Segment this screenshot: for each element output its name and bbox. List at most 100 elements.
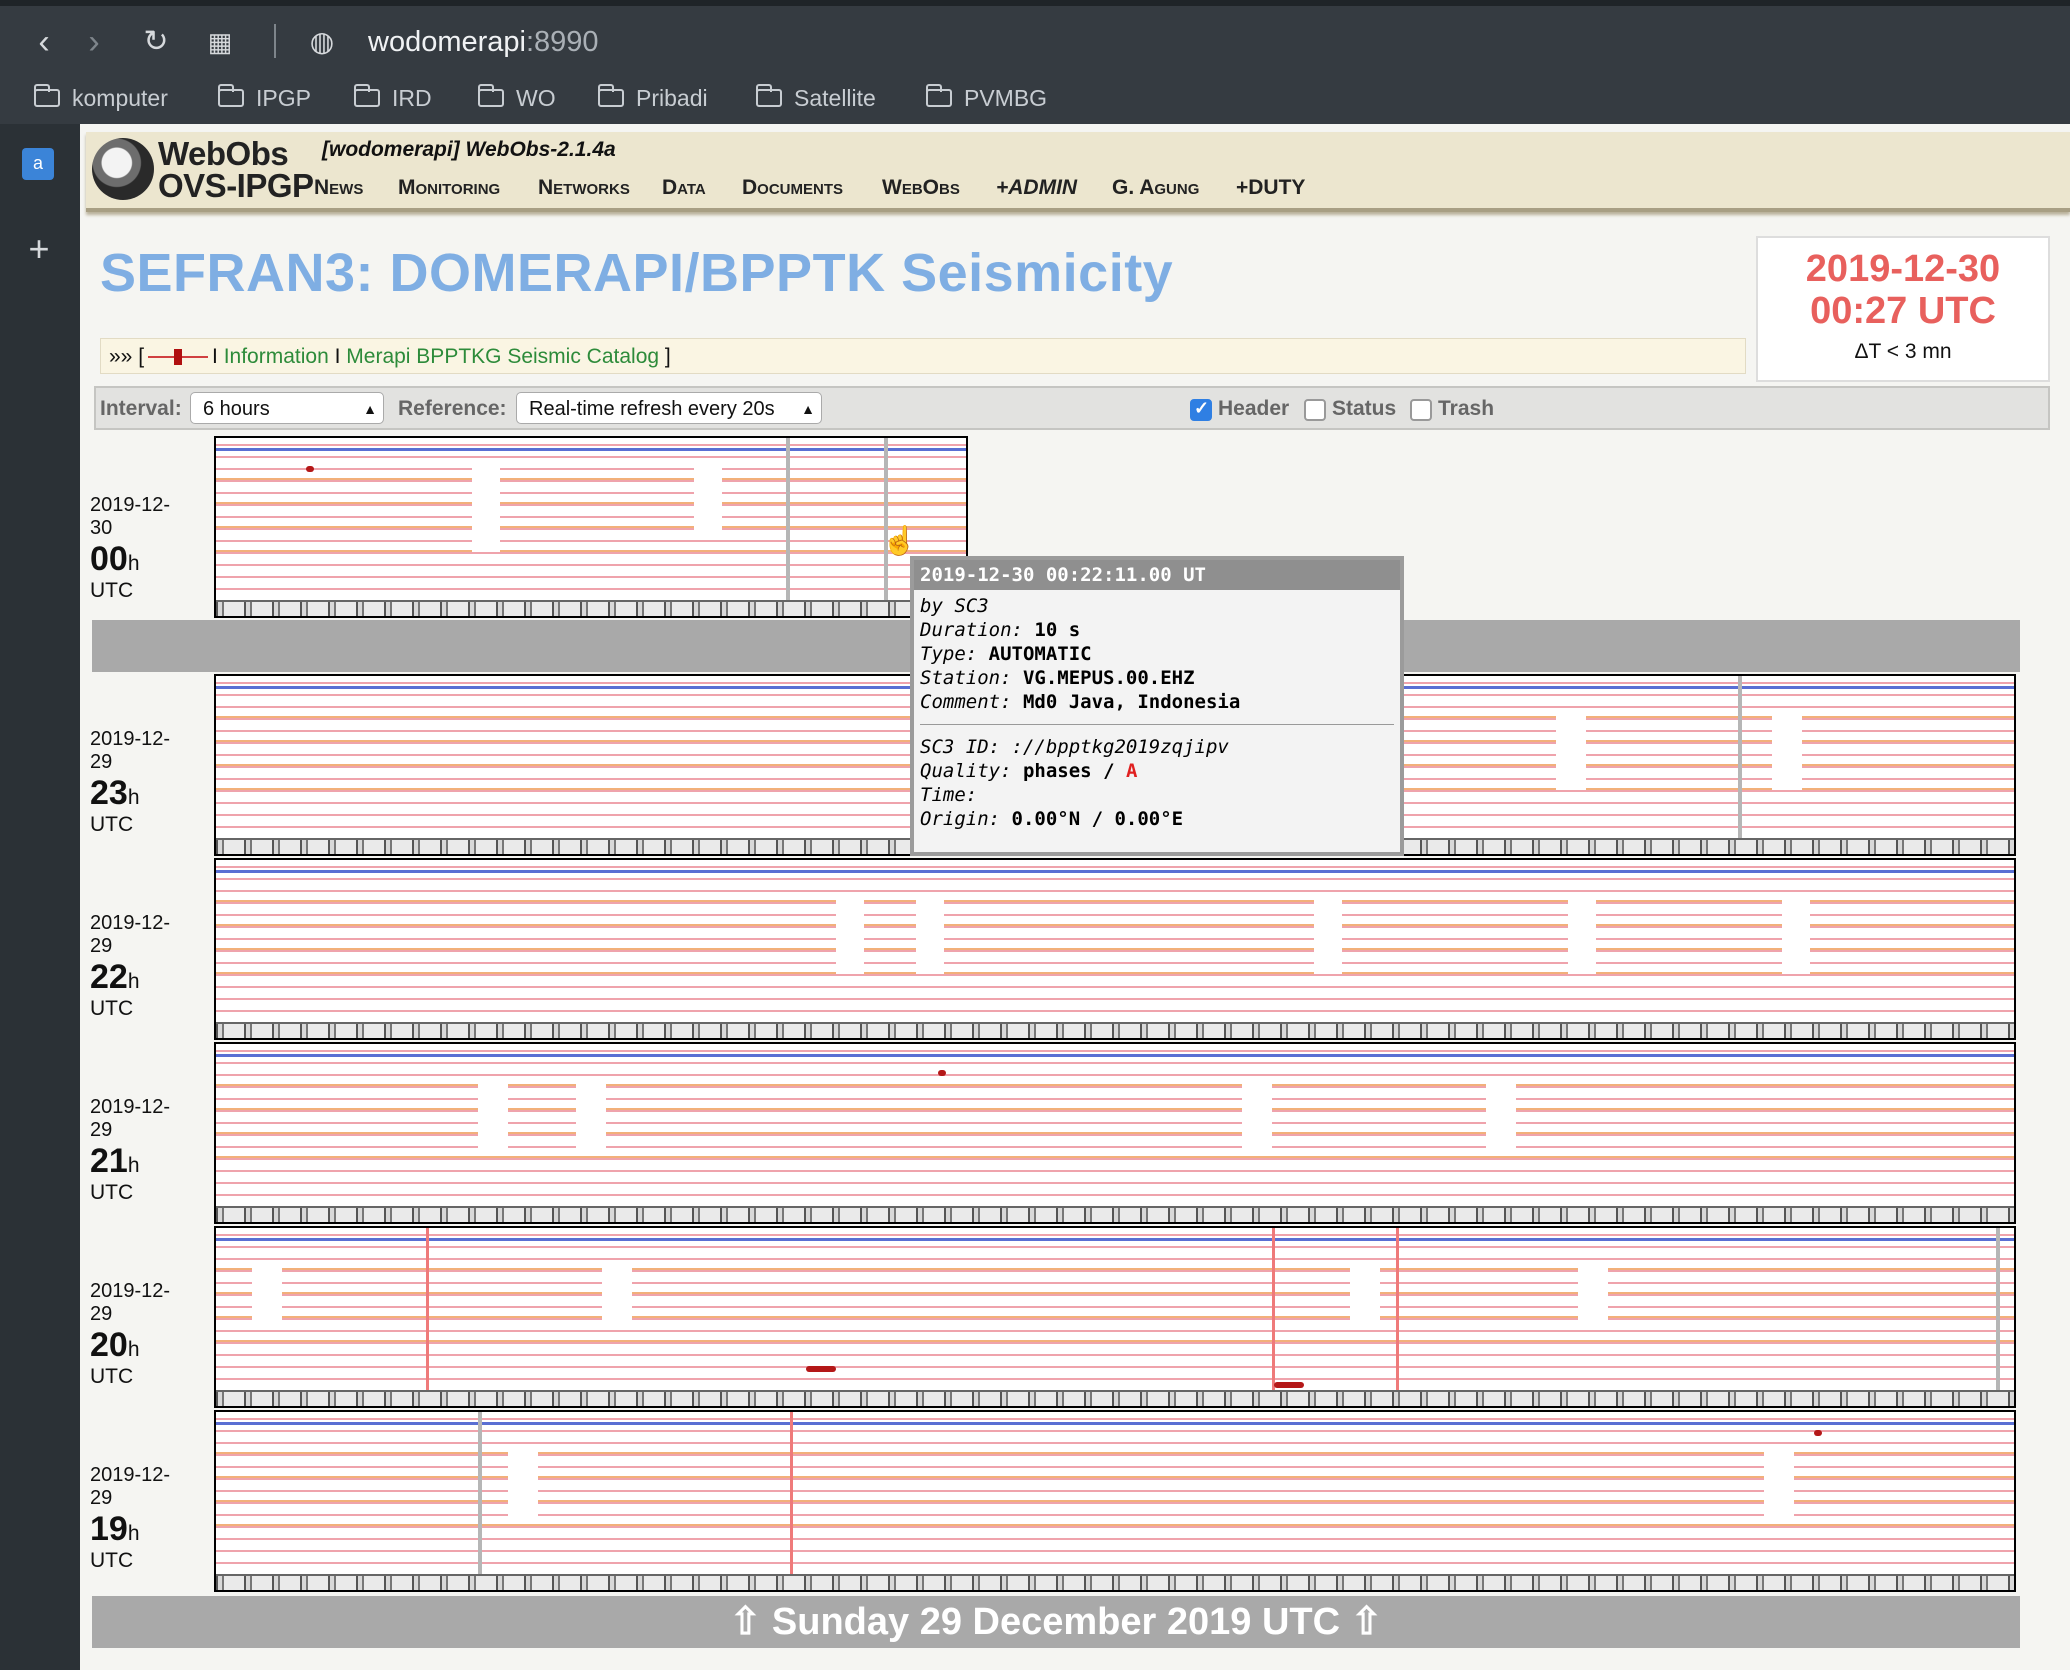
trace-orange	[216, 1156, 2014, 1158]
data-gap	[1556, 710, 1586, 790]
data-gap	[1782, 894, 1810, 974]
data-gap	[1242, 1078, 1272, 1150]
forward-icon[interactable]: ›	[72, 20, 116, 64]
folder-icon	[756, 84, 782, 107]
data-gap	[1578, 1262, 1608, 1322]
row-label-19h: 2019-12-29 19h UTC	[90, 1464, 171, 1572]
trace-blue	[216, 1422, 2014, 1425]
event-dot	[306, 466, 314, 472]
trash-label: Trash	[1438, 397, 1495, 420]
delta-time: ΔT < 3 mn	[1854, 340, 1952, 363]
tab-grid-icon[interactable]: ▦	[198, 20, 242, 64]
bookmark-pribadi[interactable]: Pribadi	[598, 82, 708, 114]
reference-label: Reference:	[398, 397, 507, 420]
back-icon[interactable]: ‹	[22, 20, 66, 64]
event-dot	[1274, 1382, 1304, 1388]
data-gap	[508, 1446, 538, 1516]
links-suffix: ]	[664, 345, 671, 368]
bookmark-ird[interactable]: IRD	[354, 82, 432, 114]
tooltip-comment: Comment: Md0 Java, Indonesia	[920, 691, 1241, 713]
menu-admin[interactable]: +ADMIN	[996, 176, 1077, 200]
seismogram-panel-20h[interactable]	[214, 1226, 2016, 1408]
time-ticks	[216, 1390, 2014, 1406]
tooltip-quality: Quality: phases / A	[920, 760, 1138, 782]
reload-icon[interactable]: ↻	[134, 20, 178, 64]
event-marker[interactable]	[1738, 676, 1742, 840]
menu-webobs[interactable]: WebObs	[882, 176, 960, 200]
webobs-logo-icon[interactable]	[92, 138, 154, 200]
trace-blue	[216, 870, 2014, 873]
row-label-23h: 2019-12-29 23h UTC	[90, 728, 171, 836]
event-marker[interactable]	[790, 1412, 793, 1576]
row-label-20h: 2019-12-29 20h UTC	[90, 1280, 171, 1388]
data-gap	[472, 468, 500, 552]
trace-orange	[216, 478, 966, 480]
event-marker[interactable]	[478, 1412, 482, 1576]
interval-select[interactable]: 6 hours ▲	[190, 392, 384, 424]
seismogram-panel-22h[interactable]	[214, 858, 2016, 1040]
event-marker[interactable]	[1996, 1228, 2000, 1392]
menu-documents[interactable]: Documents	[742, 176, 843, 200]
menu-news[interactable]: News	[314, 176, 363, 200]
time-ticks	[216, 1022, 2014, 1038]
bookmark-komputer[interactable]: komputer	[34, 82, 168, 114]
bookmark-pvmbg[interactable]: PVMBG	[926, 82, 1047, 114]
bookmark-ipgp[interactable]: IPGP	[218, 82, 311, 114]
row-label-21h: 2019-12-29 21h UTC	[90, 1096, 171, 1204]
seismogram-panel-19h[interactable]	[214, 1410, 2016, 1592]
status-checkbox[interactable]	[1304, 399, 1326, 421]
data-gap	[1350, 1262, 1380, 1322]
event-marker[interactable]	[884, 438, 888, 602]
tooltip-station: Station: VG.MEPUS.00.EHZ	[920, 667, 1195, 689]
menu-networks[interactable]: Networks	[538, 176, 630, 200]
add-panel-icon[interactable]: +	[22, 231, 56, 267]
event-marker[interactable]	[426, 1228, 429, 1392]
current-date: 2019-12-30	[1805, 248, 2001, 290]
menu-g-agung[interactable]: G. Agung	[1112, 176, 1199, 200]
address-bar[interactable]: wodomerapi:8990	[368, 20, 599, 64]
seismogram-panel-00h[interactable]	[214, 436, 968, 618]
tooltip-by: by SC3	[920, 595, 989, 617]
menu-duty[interactable]: +DUTY	[1236, 176, 1305, 200]
webobs-header: WebObs OVS-IPGP [wodomerapi] WebObs-2.1.…	[86, 132, 2070, 212]
globe-icon: ◍	[309, 26, 335, 57]
bookmark-wo[interactable]: WO	[478, 82, 556, 114]
header-checkbox[interactable]	[1190, 398, 1212, 421]
translate-icon[interactable]: a	[22, 148, 54, 180]
tooltip-separator	[920, 724, 1394, 725]
window-edge	[0, 0, 2070, 6]
current-time-box: 2019-12-30 00:27 UTC ΔT < 3 mn	[1756, 236, 2050, 382]
menu-data[interactable]: Data	[662, 176, 706, 200]
trace-orange	[216, 550, 966, 552]
seismogram-thumbnail-icon[interactable]	[148, 349, 209, 366]
seismogram-panel-21h[interactable]	[214, 1042, 2016, 1224]
trash-checkbox[interactable]	[1410, 399, 1432, 421]
information-link[interactable]: Information	[224, 345, 329, 368]
event-dot	[806, 1366, 836, 1372]
browser-toolbar: ‹ › ↻ ▦ ◍ wodomerapi:8990 komputer IPGP …	[0, 0, 2070, 124]
folder-icon	[926, 84, 952, 107]
links-prefix: »» [	[109, 345, 145, 368]
catalog-link[interactable]: Merapi BPPTKG Seismic Catalog	[346, 345, 659, 368]
menu-monitoring[interactable]: Monitoring	[398, 176, 500, 200]
tooltip-origin: Origin: 0.00°N / 0.00°E	[920, 808, 1184, 830]
data-gap	[1772, 710, 1802, 790]
bookmark-satellite[interactable]: Satellite	[756, 82, 876, 114]
data-gap	[694, 468, 722, 538]
day-band-sunday: ⇧ Sunday 29 December 2019 UTC ⇧	[92, 1596, 2020, 1648]
trace-blue	[216, 448, 966, 451]
event-marker[interactable]	[786, 438, 790, 602]
data-gap	[602, 1262, 632, 1322]
trace-orange	[216, 1452, 2014, 1454]
event-marker[interactable]	[1396, 1228, 1399, 1392]
folder-icon	[34, 84, 60, 107]
event-tooltip: 2019-12-30 00:22:11.00 UT by SC3 Duratio…	[910, 556, 1404, 856]
trace-orange	[216, 502, 966, 504]
tooltip-sc3id: SC3 ID: ://bpptkg2019zqjipv	[920, 736, 1229, 758]
reference-select[interactable]: Real-time refresh every 20s ▲	[516, 392, 822, 424]
event-marker[interactable]	[1272, 1228, 1275, 1392]
event-dot	[938, 1070, 946, 1076]
trace-orange	[216, 1476, 2014, 1478]
hand-cursor-icon: ☝	[882, 525, 917, 556]
data-gap	[252, 1262, 282, 1322]
